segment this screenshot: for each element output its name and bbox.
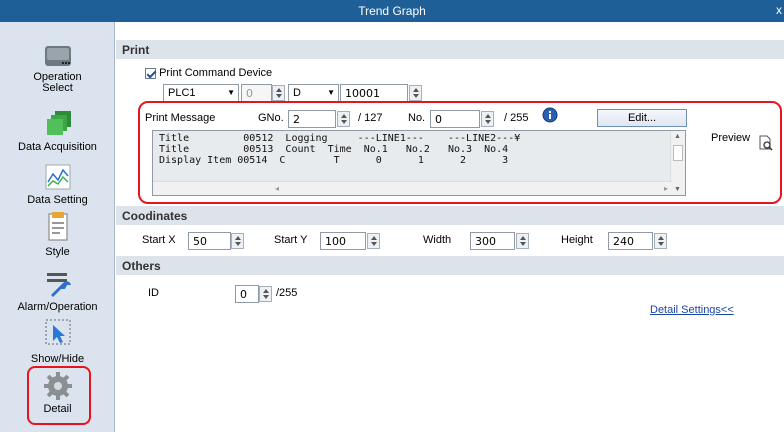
id-spinner[interactable] xyxy=(259,286,272,302)
station-spinner[interactable] xyxy=(272,85,285,101)
start-x-field[interactable]: 50 xyxy=(188,232,231,250)
sidebar-item-label: Data Acquisition xyxy=(18,141,97,153)
print-command-checkbox[interactable] xyxy=(145,67,156,79)
height-spinner[interactable] xyxy=(654,233,667,249)
chevron-down-icon: ▼ xyxy=(327,88,335,97)
coordinates-section-header: Coodinates xyxy=(116,206,784,225)
start-y-label: Start Y xyxy=(274,234,308,246)
id-max: /255 xyxy=(276,287,298,299)
start-y-spinner[interactable] xyxy=(367,233,380,249)
id-label: ID xyxy=(148,287,159,299)
width-field[interactable]: 300 xyxy=(470,232,515,250)
sidebar-item-data-acquisition[interactable]: Data Acquisition xyxy=(0,109,115,153)
device-type-value: D xyxy=(293,87,301,99)
sidebar-item-alarm-operation[interactable]: Alarm/Operation xyxy=(0,269,115,313)
print-command-device[interactable]: Print Command Device xyxy=(145,67,272,79)
drive-icon xyxy=(44,46,71,66)
id-field[interactable]: 0 xyxy=(235,285,259,303)
start-x-label: Start X xyxy=(142,234,176,246)
others-section-header: Others xyxy=(116,256,784,275)
print-command-device-label: Print Command Device xyxy=(159,67,273,79)
height-field[interactable]: 240 xyxy=(608,232,653,250)
device-type-select[interactable]: D ▼ xyxy=(288,84,339,102)
height-label: Height xyxy=(561,234,593,246)
print-highlight-frame xyxy=(138,101,782,204)
window-title: Trend Graph xyxy=(358,4,426,18)
start-y-field[interactable]: 100 xyxy=(320,232,366,250)
width-spinner[interactable] xyxy=(516,233,529,249)
sidebar-item-operation-select[interactable]: Operation Select xyxy=(0,42,115,94)
print-section-header: Print xyxy=(116,40,784,59)
device-address-spinner[interactable] xyxy=(409,85,422,101)
cursor-select-icon xyxy=(45,319,70,345)
plc-select[interactable]: PLC1 ▼ xyxy=(163,84,239,102)
width-label: Width xyxy=(423,234,452,246)
sidebar-item-label: Operation Select xyxy=(33,71,82,94)
sidebar-item-label: Data Setting xyxy=(27,194,88,206)
device-address-field[interactable]: 10001 xyxy=(340,84,408,102)
chart-icon xyxy=(45,164,70,190)
plc-value: PLC1 xyxy=(168,87,196,99)
sidebar-item-label: Alarm/Operation xyxy=(17,301,98,313)
close-icon[interactable]: x xyxy=(776,3,782,17)
sidebar-item-label: Style xyxy=(45,246,70,258)
detail-settings-link[interactable]: Detail Settings<< xyxy=(650,304,734,316)
wrench-icon xyxy=(46,273,71,297)
sidebar-item-style[interactable]: Style xyxy=(0,212,115,258)
station-field[interactable]: 0 xyxy=(241,84,272,102)
start-x-spinner[interactable] xyxy=(231,233,244,249)
document-icon xyxy=(48,212,67,241)
chevron-down-icon: ▼ xyxy=(227,88,235,97)
detail-highlight-frame xyxy=(27,366,91,425)
sidebar-item-data-setting[interactable]: Data Setting xyxy=(0,162,115,206)
sidebar-item-show-hide[interactable]: Show/Hide xyxy=(0,317,115,365)
sidebar-item-label: Show/Hide xyxy=(30,353,85,365)
title-bar: Trend Graph x xyxy=(0,0,784,22)
stacked-layers-icon xyxy=(46,111,71,135)
